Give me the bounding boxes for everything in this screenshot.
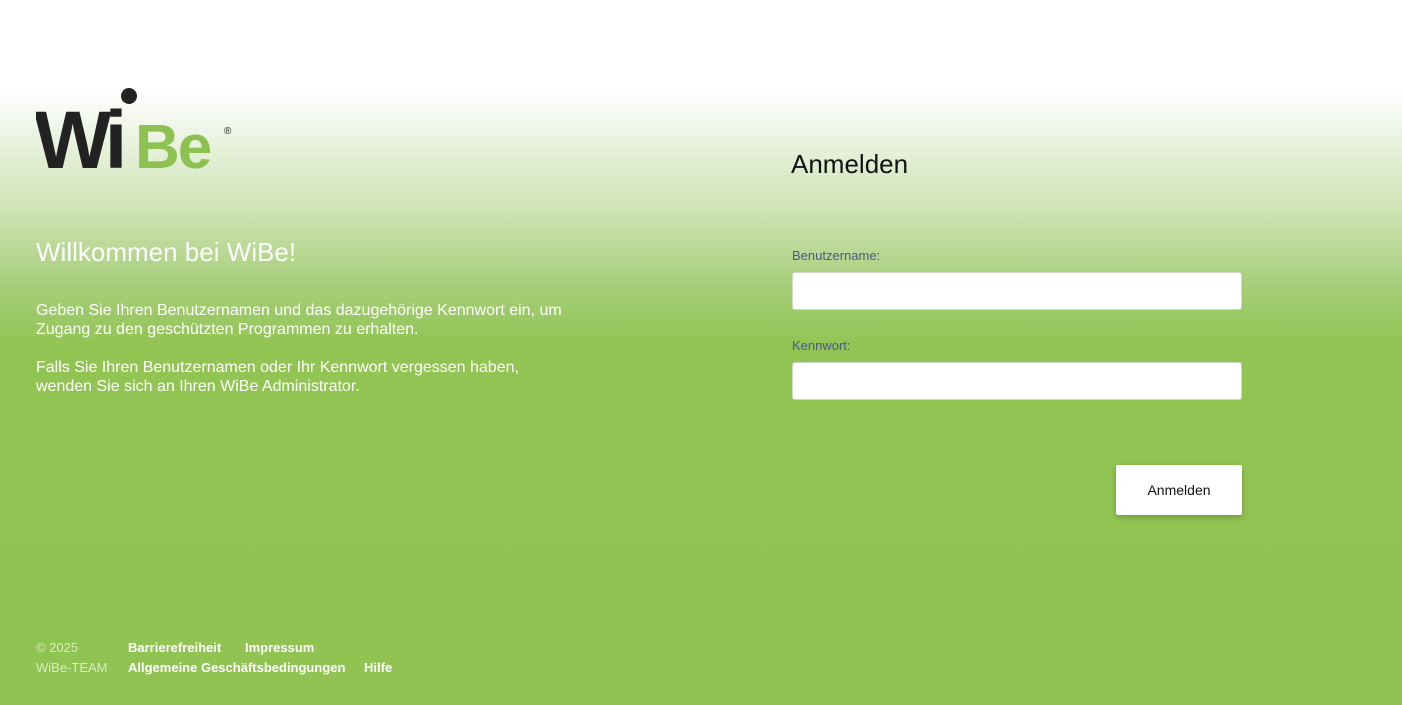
login-title: Anmelden: [791, 149, 909, 179]
footer-copyright: © 2025: [36, 640, 79, 655]
intro-paragraph-instructions: Geben Sie Ihren Benutzernamen und das da…: [36, 302, 562, 338]
welcome-title: Willkommen bei WiBe!: [36, 237, 297, 267]
footer-team: WiBe-TEAM: [36, 660, 108, 675]
footer-link-accessibility[interactable]: Barrierefreiheit: [128, 638, 221, 658]
footer-link-terms[interactable]: Allgemeine Geschäftsbedingungen: [128, 658, 345, 678]
intro-text: Geben Sie Ihren Benutzernamen und das da…: [36, 301, 576, 415]
footer-link-help[interactable]: Hilfe: [364, 658, 392, 678]
intro-paragraph-forgotten: Falls Sie Ihren Benutzernamen oder Ihr K…: [36, 359, 519, 395]
username-input[interactable]: [792, 272, 1242, 310]
logo-text-wi: Wi: [36, 95, 122, 172]
wibe-logo: Wi Be ®: [36, 88, 232, 172]
password-label: Kennwort:: [792, 338, 851, 353]
username-label: Benutzername:: [792, 248, 881, 263]
logo-registered-mark: ®: [224, 126, 232, 137]
login-button[interactable]: Anmelden: [1116, 465, 1242, 515]
logo-dot: [121, 88, 137, 104]
password-input[interactable]: [792, 362, 1242, 400]
logo-text-be: Be: [135, 113, 211, 172]
footer-link-imprint[interactable]: Impressum: [245, 638, 314, 658]
